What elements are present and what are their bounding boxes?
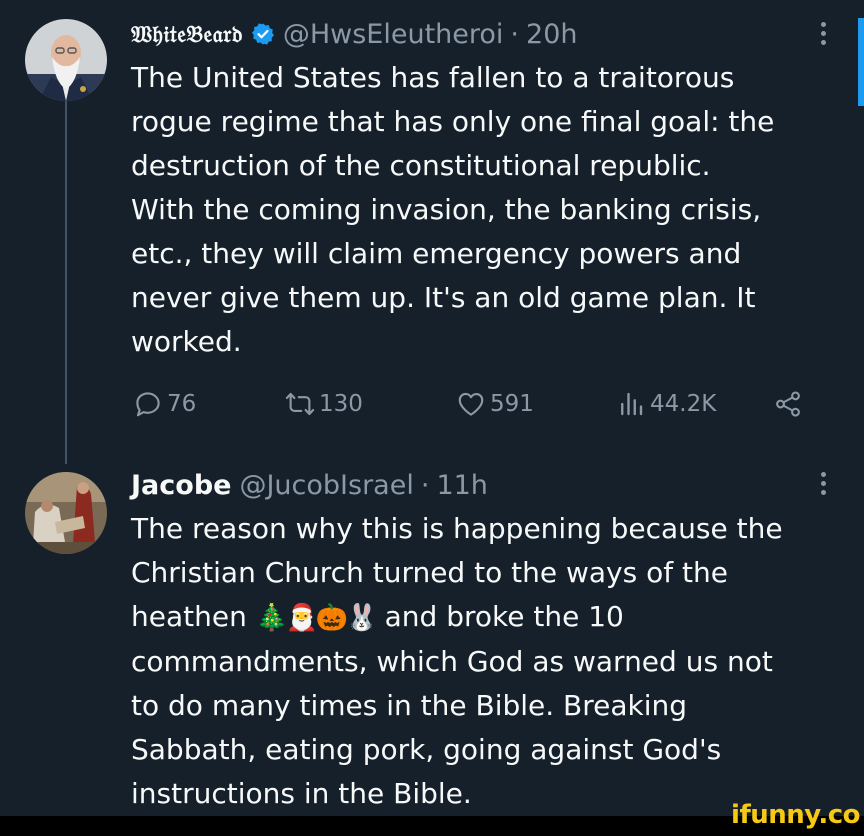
text-line: The reason why this is happening because… — [131, 512, 783, 545]
text-line: The United States has fallen to a traito… — [131, 61, 735, 94]
tweet-header: 𝔚𝔥𝔦𝔱𝔢𝔅𝔢𝔞𝔯𝔡 @HwsEleutheroi · 20h — [131, 17, 577, 51]
text-line: commandments, which God as warned us not — [131, 645, 773, 678]
avatar-image — [25, 472, 107, 554]
santa-emoji: 🎅 — [285, 603, 319, 633]
avatar[interactable] — [25, 19, 107, 101]
scrollbar[interactable] — [858, 18, 864, 106]
like-icon — [458, 392, 484, 416]
share-icon — [776, 391, 800, 417]
display-name[interactable]: Jacobe — [131, 470, 231, 501]
separator: · — [510, 18, 520, 50]
reply-button[interactable]: 76 — [133, 384, 196, 424]
timestamp[interactable]: 11h — [436, 470, 487, 501]
share-button[interactable] — [773, 384, 803, 424]
text-fragment: heathen — [131, 600, 247, 633]
user-handle[interactable]: @HwsEleutheroi — [283, 19, 504, 50]
views-icon — [621, 392, 643, 416]
rabbit-emoji: 🐰 — [345, 603, 379, 633]
avatar-image — [25, 19, 107, 101]
retweet-count: 130 — [319, 391, 363, 417]
text-line: Sabbath, eating pork, going against God'… — [131, 733, 722, 766]
timestamp[interactable]: 20h — [526, 19, 577, 50]
more-icon[interactable] — [820, 22, 826, 45]
user-handle[interactable]: @JucobIsrael — [239, 470, 413, 501]
tweet-actions: 76 130 591 44.2K — [133, 384, 813, 424]
text-line: Christian Church turned to the ways of t… — [131, 556, 728, 589]
text-line: rogue regime that has only one final goa… — [131, 105, 775, 138]
display-name[interactable]: 𝔚𝔥𝔦𝔱𝔢𝔅𝔢𝔞𝔯𝔡 — [131, 21, 243, 48]
text-line: destruction of the constitutional republ… — [131, 149, 711, 182]
like-button[interactable]: 591 — [456, 384, 534, 424]
text-fragment: and broke the 10 — [384, 600, 624, 633]
text-line: to do many times in the Bible. Breaking — [131, 689, 688, 722]
tweet-text: The United States has fallen to a traito… — [131, 56, 849, 364]
text-line: etc., they will claim emergency powers a… — [131, 237, 742, 270]
retweet-button[interactable]: 130 — [285, 384, 363, 424]
avatar[interactable] — [25, 472, 107, 554]
thread-connector-line — [65, 100, 67, 464]
christmas-tree-emoji: 🎄 — [255, 603, 289, 633]
reply-icon — [136, 392, 160, 417]
more-icon[interactable] — [820, 472, 826, 495]
reply-count: 76 — [167, 391, 197, 417]
tweet-header: Jacobe @JucobIsrael · 11h — [131, 468, 488, 502]
retweet-icon — [285, 392, 315, 416]
separator: · — [420, 469, 430, 501]
jack-o-lantern-emoji: 🎃 — [315, 603, 349, 633]
text-line: With the coming invasion, the banking cr… — [131, 193, 762, 226]
view-count: 44.2K — [650, 391, 717, 417]
tweet-text: The reason why this is happening because… — [131, 507, 849, 816]
views-button[interactable]: 44.2K — [616, 384, 716, 424]
like-count: 591 — [490, 391, 534, 417]
text-line: worked. — [131, 325, 242, 358]
verified-badge-icon — [251, 22, 275, 46]
text-line-with-emoji: heathen 🎄🎅🎃🐰 and broke the 10 — [131, 595, 849, 640]
watermark-logo: ifunny.co — [731, 800, 860, 830]
text-line: never give them up. It's an old game pla… — [131, 281, 756, 314]
